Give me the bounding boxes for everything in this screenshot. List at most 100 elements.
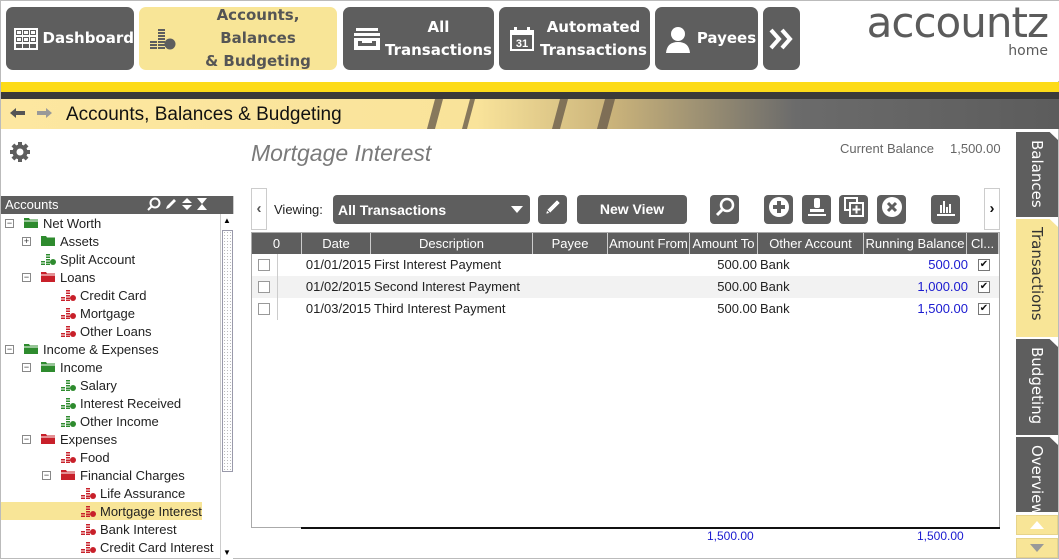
view-select[interactable]: All Transactions — [333, 195, 530, 224]
nav-all-transactions-button[interactable]: All Transactions — [343, 7, 494, 70]
row-select-checkbox[interactable] — [258, 281, 270, 293]
collapse-toggle-icon[interactable]: − — [22, 362, 31, 372]
tree-scrollbar[interactable]: ▲ ▼ — [220, 214, 233, 560]
column-header[interactable]: Date — [302, 233, 371, 254]
tree-item[interactable]: Interest Received — [1, 394, 181, 412]
column-header[interactable]: Cl... — [967, 233, 999, 254]
tree-item-label: Net Worth — [43, 215, 102, 231]
duplicate-transaction-button[interactable] — [839, 195, 868, 224]
column-header[interactable]: Amount To — [690, 233, 758, 254]
tree-item[interactable]: Credit Card — [1, 286, 146, 304]
scrollbar-thumb[interactable] — [222, 230, 233, 472]
tab-transactions[interactable]: Transactions — [1016, 219, 1058, 337]
tree-item[interactable]: − Financial Charges — [1, 466, 185, 484]
nav-automated-transactions-button[interactable]: 31 Automated Transactions — [499, 7, 650, 70]
nav-dashboard-button[interactable]: Dashboard — [6, 7, 134, 70]
column-header[interactable]: Running Balance — [864, 233, 967, 254]
tree-item[interactable]: Credit Card Interest — [1, 538, 213, 556]
add-transaction-button[interactable] — [764, 195, 793, 224]
tree-item[interactable]: Other Loans — [1, 322, 152, 340]
header-divider — [233, 196, 234, 214]
expand-collapse-icon[interactable] — [181, 197, 193, 214]
nav-more-button[interactable] — [763, 7, 800, 70]
nav-payees-button[interactable]: Payees — [655, 7, 758, 70]
column-header[interactable]: Description — [371, 233, 533, 254]
decorative-streak — [551, 99, 569, 129]
back-arrow-icon[interactable] — [10, 106, 26, 124]
scroll-up-icon[interactable]: ▲ — [223, 216, 231, 225]
row-select-checkbox[interactable] — [258, 303, 270, 315]
tree-item-label: Mortgage Interest — [100, 503, 202, 519]
tree-item[interactable]: Life Assurance — [1, 484, 185, 502]
tree-item-label: Credit Card Interest — [100, 539, 214, 555]
tree-item[interactable]: Split Account — [1, 250, 135, 268]
calendar-day: 31 — [516, 38, 528, 50]
nav-accounts-button[interactable]: Accounts, Balances & Budgeting — [139, 6, 337, 70]
tree-item[interactable]: Mortgage Interest — [1, 502, 202, 520]
table-row[interactable]: 01/02/2015 Second Interest Payment 500.00 B… — [252, 276, 999, 298]
table-row[interactable]: 01/01/2015 First Interest Payment 500.00 Ba… — [252, 254, 999, 276]
cleared-checkbox[interactable]: ✔ — [978, 259, 990, 271]
cell-other-account: Bank — [760, 257, 790, 272]
tree-item[interactable]: Food — [1, 448, 110, 466]
tab-balances[interactable]: Balances — [1016, 132, 1058, 217]
gear-icon[interactable] — [9, 141, 31, 163]
chart-button[interactable] — [931, 195, 960, 224]
tree-item[interactable]: − Net Worth — [1, 214, 101, 232]
cell-amount-from — [608, 276, 690, 298]
column-header[interactable]: Amount From — [608, 233, 690, 254]
search-transactions-button[interactable] — [710, 195, 739, 224]
tree-item[interactable]: Bank Interest — [1, 520, 177, 538]
tree-item[interactable]: Mortgage — [1, 304, 135, 322]
tree-item[interactable]: Salary — [1, 376, 117, 394]
tabs-scroll-up[interactable] — [1016, 515, 1058, 535]
delete-transaction-button[interactable] — [877, 195, 906, 224]
column-header[interactable]: Other Account — [758, 233, 864, 254]
tree-item[interactable]: − Expenses — [1, 430, 117, 448]
toolbar-scroll-left[interactable]: ‹ — [251, 188, 267, 230]
yellow-divider — [1, 82, 1059, 92]
account-title: Mortgage Interest — [251, 140, 432, 166]
collapse-toggle-icon[interactable]: − — [42, 470, 51, 480]
collapse-toggle-icon[interactable]: − — [22, 272, 31, 282]
account-icon — [60, 379, 76, 391]
collapse-toggle-icon[interactable]: − — [5, 218, 14, 228]
collapse-toggle-icon[interactable]: − — [22, 434, 31, 444]
bar-chart-icon — [935, 196, 957, 223]
tree-item[interactable]: Other Income — [1, 412, 159, 430]
column-header[interactable]: Payee — [533, 233, 608, 254]
cleared-checkbox[interactable]: ✔ — [978, 281, 990, 293]
tab-budgeting[interactable]: Budgeting — [1016, 339, 1058, 435]
tree-item-label: Bank Interest — [100, 521, 177, 537]
tree-item-label: Other Loans — [80, 323, 152, 339]
scroll-down-icon[interactable]: ▼ — [223, 548, 231, 557]
inbox-tray-icon — [343, 27, 383, 51]
current-balance-value: 1,500.00 — [950, 141, 1001, 156]
tree-item[interactable]: − Income & Expenses — [1, 340, 159, 358]
tree-item[interactable]: − Loans — [1, 268, 95, 286]
nav-all-transactions-label-line2: Transactions — [385, 40, 492, 59]
collapse-toggle-icon[interactable]: − — [5, 344, 14, 354]
new-view-button[interactable]: New View — [577, 195, 687, 224]
tree-item-label: Other Income — [80, 413, 159, 429]
collapse-all-icon[interactable] — [196, 197, 208, 214]
cell-amount-from — [608, 298, 690, 320]
tabs-scroll-down[interactable] — [1016, 538, 1058, 558]
stamp-button[interactable] — [802, 195, 831, 224]
tree-item[interactable]: − Income — [1, 358, 103, 376]
cleared-checkbox[interactable]: ✔ — [978, 303, 990, 315]
edit-view-button[interactable] — [538, 195, 567, 224]
forward-arrow-icon[interactable] — [36, 106, 52, 124]
row-select-checkbox[interactable] — [258, 259, 270, 271]
account-icon — [60, 307, 76, 319]
column-header[interactable]: 0 — [252, 233, 302, 254]
search-icon[interactable] — [147, 197, 161, 214]
tree-item[interactable]: + Assets — [1, 232, 99, 250]
pencil-icon[interactable] — [164, 197, 178, 214]
tree-item-label: Income & Expenses — [43, 341, 159, 357]
expand-toggle-icon[interactable]: + — [22, 236, 31, 246]
toolbar-scroll-right[interactable]: › — [984, 188, 1000, 230]
tab-overview[interactable]: Overview — [1016, 437, 1058, 512]
table-row[interactable]: 01/03/2015 Third Interest Payment 500.00 Ba… — [252, 298, 999, 320]
tab-balances-label: Balances — [1028, 140, 1046, 208]
